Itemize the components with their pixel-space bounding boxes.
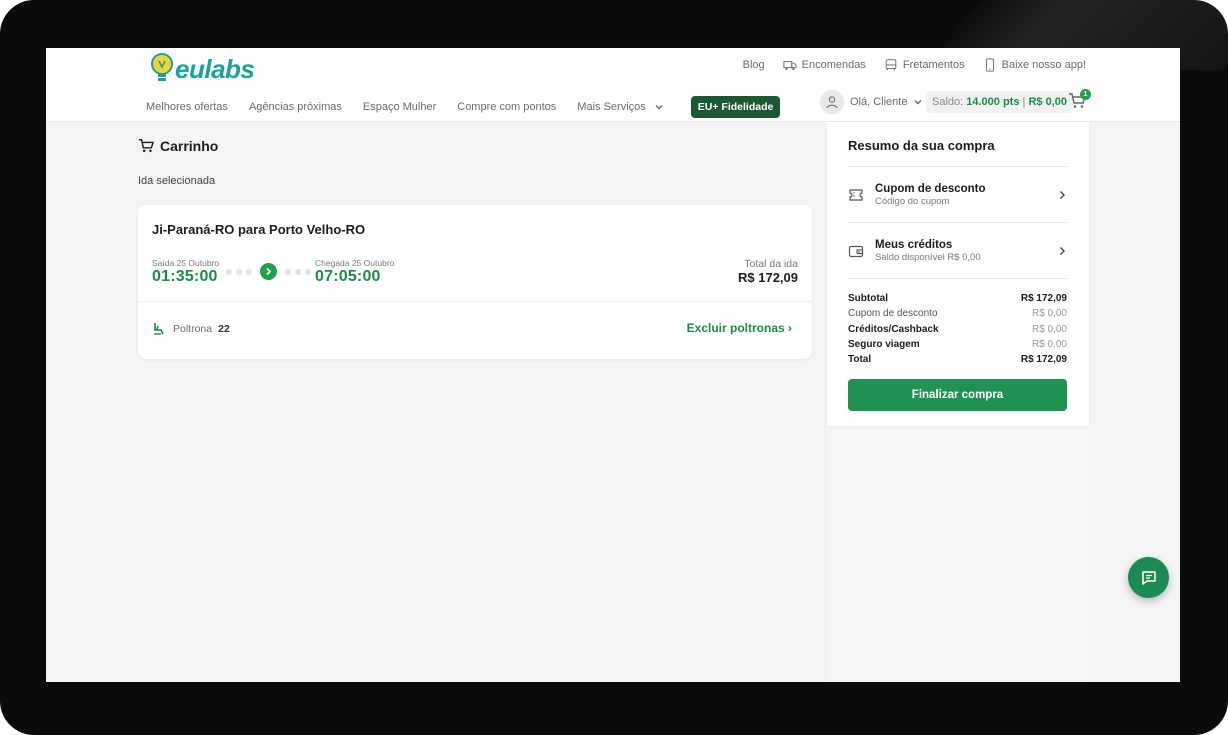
- order-summary-panel: Resumo da sua compra Cupom de desconto C…: [827, 122, 1089, 682]
- site-header: eulabs Blog Encomendas Fretamentos Baixe…: [46, 48, 1180, 122]
- seat-icon: [154, 323, 164, 335]
- trip-route: Ji-Paraná-RO para Porto Velho-RO: [152, 222, 366, 237]
- top-link-label: Baixe nosso app!: [1001, 59, 1086, 71]
- lightbulb-logo-icon: [151, 53, 173, 81]
- fidelidade-button[interactable]: EU+ Fidelidade: [690, 96, 781, 118]
- row-value: R$ 172,09: [1020, 293, 1067, 305]
- trip-total-value: R$ 172,09: [738, 270, 798, 285]
- trip-total-label: Total da ida: [744, 258, 798, 270]
- saldo-points: 14.000 pts: [966, 96, 1020, 108]
- credits-subtitle: Saldo disponível R$ 0,00: [875, 252, 981, 263]
- ticket-icon: [849, 189, 863, 201]
- saldo-badge[interactable]: Saldo: 14.000 pts | R$ 0,00: [926, 91, 1073, 113]
- top-link-app[interactable]: Baixe nosso app!: [983, 58, 1086, 72]
- top-link-encomendas[interactable]: Encomendas: [782, 58, 866, 72]
- row-label: Seguro viagem: [848, 339, 920, 351]
- row-label: Total: [848, 354, 872, 366]
- nav-espaco-mulher[interactable]: Espaço Mulher: [363, 101, 436, 113]
- chevron-right-icon: [1060, 191, 1065, 199]
- nav-agencias-proximas[interactable]: Agências próximas: [249, 101, 342, 113]
- nav-mais-servicos[interactable]: Mais Serviços: [577, 101, 663, 113]
- top-link-label: Blog: [742, 59, 765, 71]
- page-title: Carrinho: [138, 138, 218, 154]
- avatar: [820, 90, 844, 114]
- row-value: R$ 0,00: [1031, 339, 1067, 351]
- saldo-separator: |: [1022, 96, 1026, 108]
- card-divider: [138, 301, 812, 302]
- summary-title: Resumo da sua compra: [848, 138, 995, 153]
- chevron-right-icon: [1060, 247, 1065, 255]
- chat-icon: [1141, 570, 1156, 585]
- departure-time: 01:35:00: [152, 268, 218, 285]
- user-menu[interactable]: Olá, Cliente: [820, 90, 923, 114]
- timeline-dot: [285, 268, 291, 275]
- divider: [848, 278, 1067, 279]
- phone-icon: [985, 58, 994, 72]
- divider: [848, 222, 1067, 223]
- bus-icon: [885, 59, 897, 71]
- credits-option[interactable]: Meus créditos Saldo disponível R$ 0,00: [848, 236, 1067, 266]
- eulabs-logo[interactable]: eulabs: [150, 52, 255, 86]
- page-title-text: Carrinho: [160, 138, 219, 154]
- top-links: Blog Encomendas Fretamentos Baixe nosso …: [743, 58, 1086, 72]
- timeline-dot: [295, 268, 301, 275]
- chevron-down-icon: [914, 100, 922, 105]
- arrival-label: Chegada 25 Outubro: [315, 258, 395, 268]
- timeline-dot: [236, 268, 242, 275]
- credits-row: Créditos/Cashback R$ 0,00: [848, 322, 1067, 337]
- nav-compre-com-pontos[interactable]: Compre com pontos: [457, 101, 556, 113]
- seat-info: Poltrona 22: [152, 321, 230, 336]
- row-label: Subtotal: [848, 293, 888, 305]
- laptop-frame: eulabs Blog Encomendas Fretamentos Baixe…: [0, 0, 1228, 735]
- trip-timeline: [226, 263, 311, 280]
- timeline-dot: [226, 268, 232, 275]
- main-nav: Melhores ofertas Agências próximas Espaç…: [146, 96, 781, 118]
- checkout-button[interactable]: Finalizar compra: [848, 379, 1067, 411]
- top-link-label: Fretamentos: [902, 59, 965, 71]
- divider: [848, 166, 1067, 167]
- price-breakdown: Subtotal R$ 172,09 Cupom de desconto R$ …: [848, 291, 1067, 367]
- row-value: R$ 0,00: [1031, 308, 1067, 320]
- subtotal-row: Subtotal R$ 172,09: [848, 291, 1067, 306]
- saldo-money: R$ 0,00: [1028, 96, 1067, 108]
- coupon-row: Cupom de desconto R$ 0,00: [848, 306, 1067, 321]
- timeline-dot: [246, 268, 252, 275]
- arrow-right-icon: [260, 263, 277, 280]
- nav-mais-servicos-label: Mais Serviços: [577, 101, 646, 113]
- row-label: Créditos/Cashback: [848, 323, 939, 335]
- user-greeting: Olá, Cliente: [850, 96, 908, 108]
- browser-screen: eulabs Blog Encomendas Fretamentos Baixe…: [46, 48, 1180, 682]
- nav-melhores-ofertas[interactable]: Melhores ofertas: [146, 101, 228, 113]
- total-row: Total R$ 172,09: [848, 352, 1067, 367]
- chat-button[interactable]: [1128, 557, 1169, 598]
- logo-text: eulabs: [175, 53, 255, 84]
- arrival-time: 07:05:00: [315, 268, 381, 285]
- coupon-title: Cupom de desconto: [875, 183, 986, 195]
- chevron-down-icon: [655, 105, 663, 110]
- seat-number: 22: [218, 322, 230, 335]
- selected-trip-label: Ida selecionada: [138, 175, 216, 187]
- insurance-row: Seguro viagem R$ 0,00: [848, 337, 1067, 352]
- row-value: R$ 172,09: [1020, 354, 1067, 366]
- row-label: Cupom de desconto: [848, 308, 938, 320]
- cart-icon: [138, 139, 154, 153]
- wallet-icon: [848, 245, 864, 258]
- row-value: R$ 0,00: [1031, 323, 1067, 335]
- top-link-fretamentos[interactable]: Fretamentos: [884, 58, 965, 72]
- cart-count-badge: 1: [1080, 89, 1091, 100]
- user-icon: [826, 96, 838, 109]
- trip-card: Ji-Paraná-RO para Porto Velho-RO Saída 2…: [138, 205, 812, 359]
- remove-seats-link[interactable]: Excluir poltronas ›: [687, 321, 792, 335]
- top-link-blog[interactable]: Blog: [743, 59, 765, 71]
- summary-card: Resumo da sua compra Cupom de desconto C…: [827, 122, 1089, 426]
- coupon-option[interactable]: Cupom de desconto Código do cupom: [848, 180, 1067, 210]
- seat-label: Poltrona: [173, 322, 213, 335]
- departure-label: Saída 25 Outubro: [152, 258, 220, 268]
- top-link-label: Encomendas: [801, 59, 866, 71]
- credits-title: Meus créditos: [875, 239, 953, 251]
- truck-icon: [782, 60, 797, 71]
- coupon-subtitle: Código do cupom: [875, 196, 950, 207]
- saldo-label: Saldo:: [932, 96, 964, 108]
- timeline-dot: [305, 268, 311, 275]
